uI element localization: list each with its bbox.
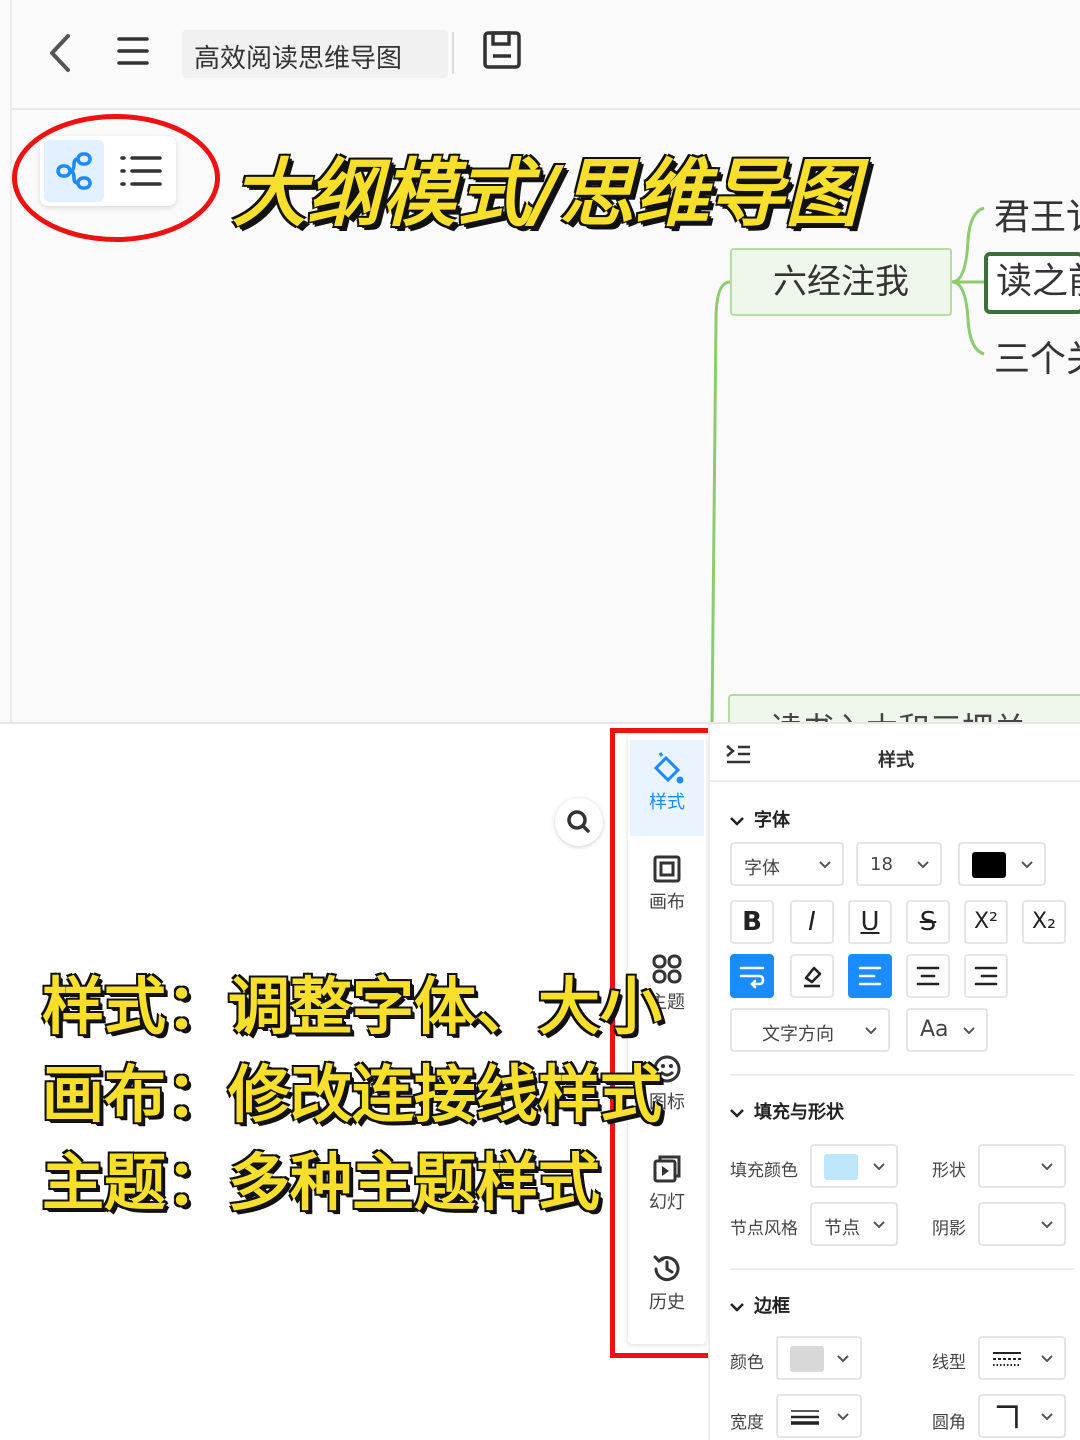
node-style-label: 节点风格 bbox=[730, 1219, 798, 1239]
divider bbox=[730, 1074, 1074, 1076]
chevron-down-icon bbox=[837, 1355, 849, 1363]
mindmap-child-node[interactable]: 君王讠 bbox=[994, 188, 1080, 236]
shadow-select[interactable] bbox=[978, 1202, 1066, 1246]
wrap-text-icon bbox=[739, 966, 765, 989]
overlay-note: 样式：调整字体、大小 bbox=[42, 970, 663, 1043]
chevron-down-icon bbox=[1021, 861, 1033, 869]
clear-format-button[interactable] bbox=[790, 954, 834, 998]
section-border-header[interactable]: 边框 bbox=[730, 1292, 790, 1318]
corner-icon bbox=[996, 1405, 1018, 1429]
align-right-button[interactable] bbox=[964, 954, 1008, 998]
divider bbox=[730, 1268, 1074, 1270]
line-type-select[interactable] bbox=[978, 1336, 1066, 1380]
eraser-icon bbox=[804, 966, 822, 988]
mindmap-node-main[interactable]: 六经注我 bbox=[730, 248, 952, 316]
collapse-panel-icon[interactable] bbox=[724, 742, 752, 766]
chevron-down-icon bbox=[873, 1163, 885, 1171]
search-button[interactable] bbox=[555, 798, 603, 846]
chevron-down-icon bbox=[730, 817, 744, 826]
chevron-down-icon bbox=[1041, 1355, 1053, 1363]
fill-color-swatch bbox=[824, 1154, 858, 1180]
align-left-button[interactable] bbox=[848, 954, 892, 998]
corner-radius-select[interactable] bbox=[978, 1394, 1066, 1438]
section-title: 字体 bbox=[754, 810, 790, 831]
section-font-header[interactable]: 字体 bbox=[730, 806, 790, 832]
select-value: 文字方向 bbox=[762, 1024, 834, 1045]
text-direction-select[interactable]: 文字方向 bbox=[730, 1008, 890, 1052]
fill-color-select[interactable] bbox=[810, 1144, 898, 1188]
border-width-label: 宽度 bbox=[730, 1413, 764, 1433]
panel-title: 样式 bbox=[878, 750, 914, 771]
panel-header: 样式 bbox=[710, 724, 1080, 782]
shape-select[interactable] bbox=[978, 1144, 1066, 1188]
align-center-button[interactable] bbox=[906, 954, 950, 998]
chevron-down-icon bbox=[873, 1221, 885, 1229]
chevron-down-icon bbox=[963, 1027, 975, 1035]
line-width-icon bbox=[791, 1410, 819, 1425]
select-value: Aa bbox=[920, 1017, 949, 1042]
section-title: 边框 bbox=[754, 1296, 790, 1317]
font-color-swatch bbox=[972, 852, 1006, 878]
italic-button[interactable]: I bbox=[790, 900, 834, 944]
section-title: 填充与形状 bbox=[754, 1102, 844, 1123]
chevron-down-icon bbox=[837, 1413, 849, 1421]
underline-button[interactable]: U bbox=[848, 900, 892, 944]
text-case-select[interactable]: Aa bbox=[906, 1008, 988, 1052]
corner-radius-label: 圆角 bbox=[932, 1413, 966, 1433]
chevron-down-icon bbox=[1041, 1413, 1053, 1421]
node-style-select[interactable]: 节点 bbox=[810, 1202, 898, 1246]
mindmap-child-node-selected[interactable]: 读之前 bbox=[984, 252, 1080, 314]
chevron-down-icon bbox=[819, 861, 831, 869]
font-size-select[interactable]: 18 bbox=[856, 842, 942, 886]
style-panel: 样式 字体 字体 18 B I U S X² X₂ 文字方向 Aa 填充与形状 … bbox=[708, 724, 1080, 1440]
wrap-text-button[interactable] bbox=[730, 954, 774, 998]
align-center-icon bbox=[916, 966, 940, 986]
overlay-note: 主题：多种主题样式 bbox=[42, 1146, 601, 1219]
border-color-swatch bbox=[790, 1346, 824, 1372]
subscript-button[interactable]: X₂ bbox=[1022, 900, 1066, 944]
border-width-select[interactable] bbox=[776, 1394, 862, 1438]
align-right-icon bbox=[974, 966, 998, 986]
border-color-select[interactable] bbox=[776, 1336, 862, 1380]
chevron-down-icon bbox=[1041, 1163, 1053, 1171]
shape-label: 形状 bbox=[932, 1161, 966, 1181]
doc-title[interactable]: 高效阅读思维导图 bbox=[194, 38, 402, 75]
chevron-down-icon bbox=[917, 861, 929, 869]
save-icon[interactable] bbox=[482, 30, 522, 70]
select-value: 字体 bbox=[744, 858, 780, 879]
chevron-down-icon bbox=[865, 1027, 877, 1035]
font-family-select[interactable]: 字体 bbox=[730, 842, 844, 886]
menu-icon[interactable] bbox=[116, 34, 150, 68]
top-toolbar: 高效阅读思维导图 bbox=[12, 0, 1080, 110]
search-icon bbox=[567, 810, 590, 833]
select-value: 节点 bbox=[824, 1218, 860, 1239]
select-value: 18 bbox=[870, 854, 893, 875]
mindmap-child-node[interactable]: 三个关 bbox=[994, 330, 1080, 378]
mindmap-connectors bbox=[710, 206, 985, 722]
align-left-icon bbox=[858, 966, 882, 986]
chevron-down-icon bbox=[730, 1109, 744, 1118]
back-arrow-icon[interactable] bbox=[42, 30, 82, 76]
superscript-button[interactable]: X² bbox=[964, 900, 1008, 944]
line-type-label: 线型 bbox=[932, 1353, 966, 1373]
chevron-down-icon bbox=[1041, 1221, 1053, 1229]
chevron-down-icon bbox=[730, 1303, 744, 1312]
fill-color-label: 填充颜色 bbox=[730, 1161, 798, 1181]
divider bbox=[452, 32, 454, 74]
strikethrough-button[interactable]: S bbox=[906, 900, 950, 944]
overlay-note: 画布：修改连接线样式 bbox=[42, 1058, 663, 1131]
font-color-select[interactable] bbox=[958, 842, 1046, 886]
shadow-label: 阴影 bbox=[932, 1219, 966, 1239]
bold-button[interactable]: B bbox=[730, 900, 774, 944]
mindmap-editor-screenshot: 高效阅读思维导图 大纲模式/思维导图 六经注我 君王讠 读之前 三个关 bbox=[0, 0, 1080, 722]
border-color-label: 颜色 bbox=[730, 1353, 764, 1373]
dashed-line-icon bbox=[993, 1352, 1021, 1366]
section-fill-header[interactable]: 填充与形状 bbox=[730, 1098, 844, 1124]
